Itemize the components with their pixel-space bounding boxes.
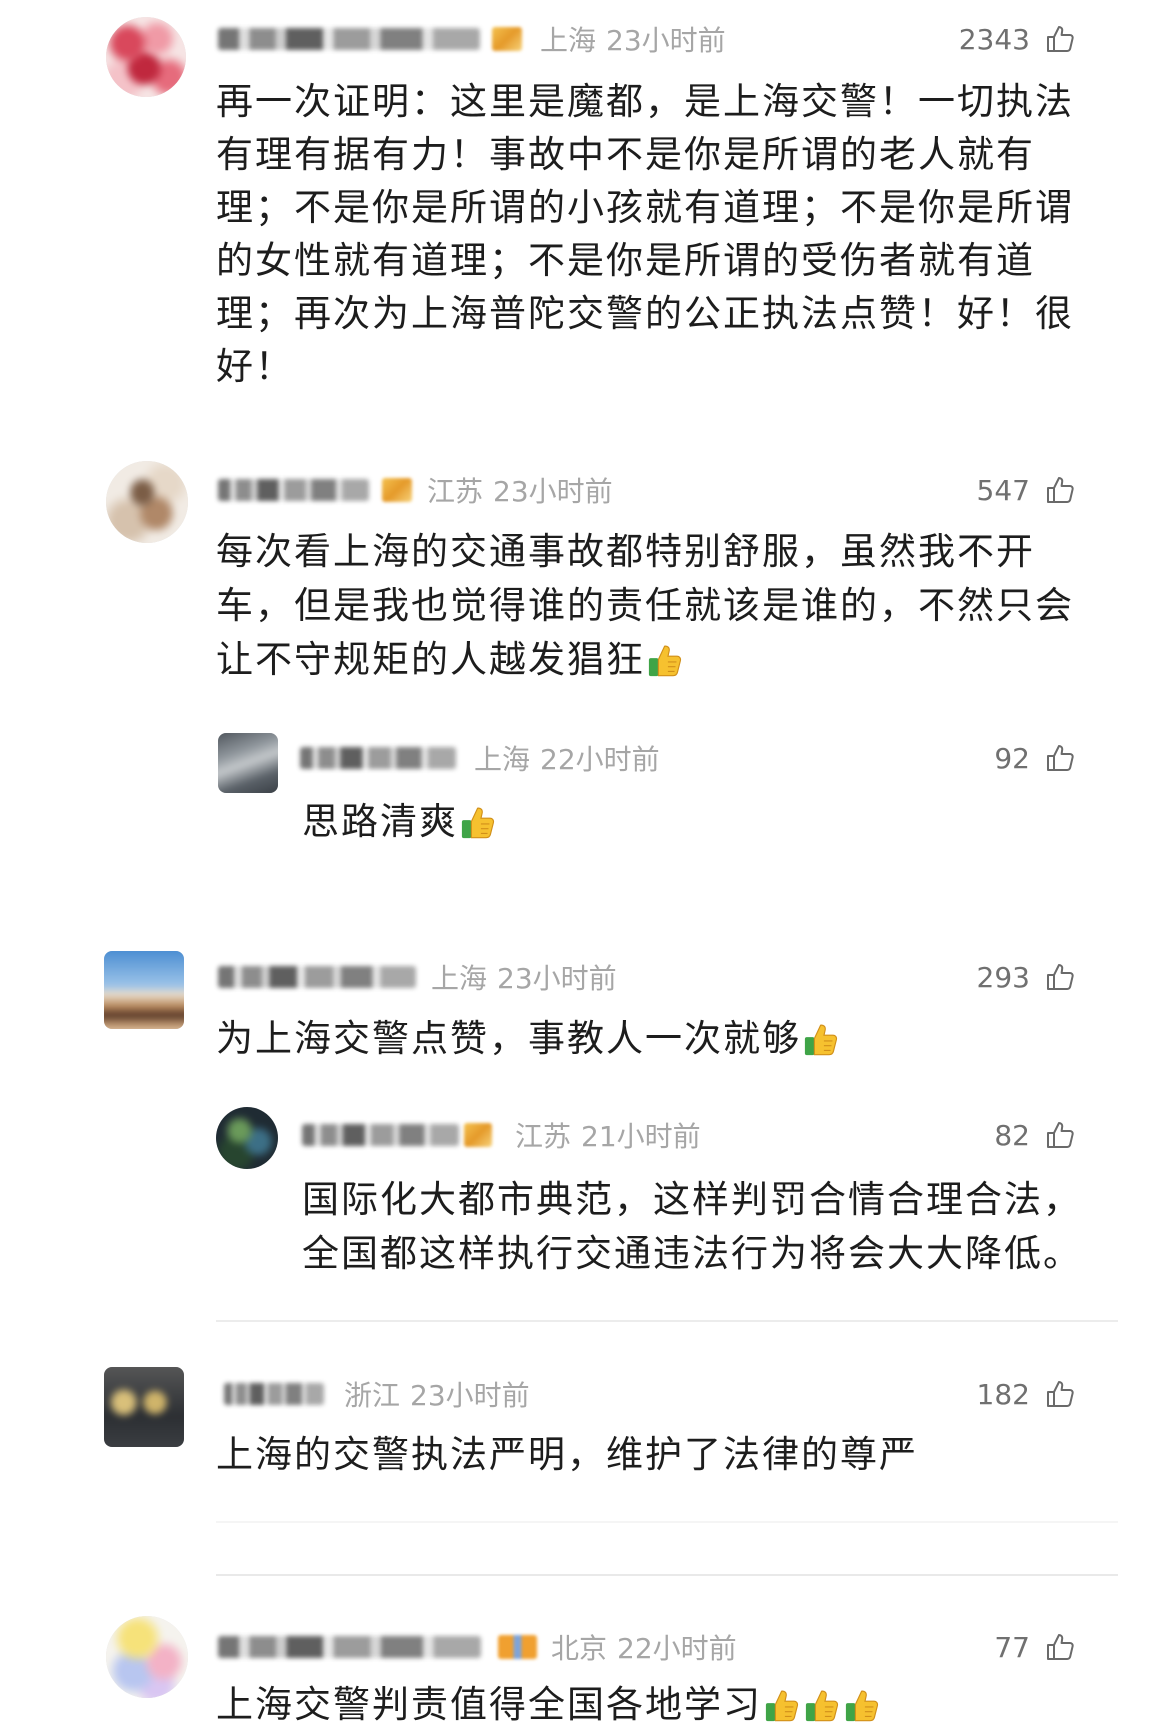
comment-text-segment: 让不守规矩的人越发猖狂 [216,638,645,681]
thumbs-up-icon [1044,742,1076,774]
comment-text[interactable]: 为上海交警点赞，事教人一次就够 [216,1012,841,1065]
comment-text-line: 思路清爽 [302,795,498,848]
avatar[interactable] [106,17,186,97]
thumbs-up-icon [1044,1378,1076,1410]
time-label: 23小时前 [493,475,613,508]
thumbs-up-sticker-icon [460,803,498,841]
time-label: 23小时前 [410,1379,530,1412]
comment-meta: 浙江 23小时前 [224,1374,530,1414]
divider [216,1574,1118,1576]
comment-meta: 北京 22小时前 [218,1627,737,1667]
comment-text-line: 好！ [216,345,294,388]
location-label: 江苏 [427,475,484,508]
like-count: 92 [994,741,1030,775]
time-label: 21小时前 [581,1120,701,1153]
avatar[interactable] [218,733,278,793]
comment-text[interactable]: 国际化大都市典范，这样判罚合情合理合法， 全国都这样执行交通违法行为将会大大降低… [302,1173,1082,1281]
time-label: 22小时前 [617,1632,737,1665]
comment-text-line: 每次看上海的交通事故都特别舒服，虽然我不开 [216,530,1035,573]
comment-meta: 上海 23小时前 [218,19,726,59]
comment-text-line: 的女性就有道理；不是你是所谓的受伤者就有道 [216,239,1035,282]
comment-text-line: 再一次证明：这里是魔都，是上海交警！一切执法 [216,80,1074,123]
like-button[interactable]: 92 [994,738,1076,778]
like-count: 77 [994,1630,1030,1664]
username-blurred[interactable] [218,479,369,501]
location-label: 江苏 [515,1120,572,1153]
location-label: 北京 [551,1632,608,1665]
thumbs-up-sticker-icon [844,1686,882,1724]
like-count: 547 [976,473,1030,507]
user-badge-icon [492,27,522,51]
comment-text-line: 全国都这样执行交通违法行为将会大大降低。 [302,1232,1082,1275]
comment-text-line: 为上海交警点赞，事教人一次就够 [216,1012,841,1065]
avatar[interactable] [104,951,184,1029]
divider [216,1320,1118,1322]
comment-text[interactable]: 上海交警判责值得全国各地学习 [216,1680,882,1730]
comment-text-line: 有理有据有力！事故中不是你是所谓的老人就有 [216,133,1035,176]
time-label: 23小时前 [497,962,617,995]
comment-meta: 江苏 23小时前 [218,470,613,510]
divider [216,1521,1118,1523]
thumbs-up-sticker-icon [803,1020,841,1058]
time-label: 23小时前 [606,24,726,57]
comment-meta: 上海 22小时前 [300,738,660,778]
comment-text-line: 上海的交警执法严明，维护了法律的尊严 [216,1433,918,1476]
comment-text-segment: 上海交警判责值得全国各地学习 [216,1683,762,1726]
like-button[interactable]: 293 [977,957,1076,997]
comment-meta: 江苏 21小时前 [302,1115,701,1155]
username-blurred[interactable] [218,28,480,50]
thumbs-up-icon [1044,1631,1076,1663]
location-label: 上海 [540,24,597,57]
comment-text-line: 让不守规矩的人越发猖狂 [216,633,1074,687]
like-button[interactable]: 2343 [959,19,1076,59]
time-label: 22小时前 [540,743,660,776]
thumbs-up-icon [1044,1119,1076,1151]
comment-text[interactable]: 每次看上海的交通事故都特别舒服，虽然我不开 车，但是我也觉得谁的责任就该是谁的，… [216,525,1074,687]
like-button[interactable]: 77 [994,1627,1076,1667]
user-badge-icon [498,1635,537,1659]
like-button[interactable]: 547 [977,470,1076,510]
comment-text-line: 理；再次为上海普陀交警的公正执法点赞！好！很 [216,292,1074,335]
comment-text[interactable]: 再一次证明：这里是魔都，是上海交警！一切执法 有理有据有力！事故中不是你是所谓的… [216,75,1074,393]
like-count: 293 [976,960,1030,994]
like-count: 182 [976,1377,1030,1411]
like-count: 2343 [958,22,1030,56]
thumbs-up-sticker-icon [804,1686,842,1724]
username-blurred[interactable] [218,1636,481,1658]
thumbs-up-icon [1044,961,1076,993]
like-button[interactable]: 182 [977,1374,1076,1414]
avatar[interactable] [216,1107,278,1169]
location-label: 上海 [431,962,488,995]
thumbs-up-icon [1044,23,1076,55]
location-label: 浙江 [344,1379,401,1412]
like-button[interactable]: 82 [994,1115,1076,1155]
thumbs-up-icon [1044,474,1076,506]
comment-text[interactable]: 上海的交警执法严明，维护了法律的尊严 [216,1428,918,1481]
username-blurred[interactable] [224,1383,324,1405]
avatar[interactable] [106,1616,188,1698]
comment-text-line: 国际化大都市典范，这样判罚合情合理合法， [302,1178,1082,1221]
comment-text-segment: 思路清爽 [302,800,458,843]
user-badge-icon [382,478,412,502]
avatar[interactable] [104,1367,184,1447]
user-badge-icon [464,1123,492,1147]
username-blurred[interactable] [218,966,416,988]
username-blurred[interactable] [300,747,456,769]
comment-text-line: 上海交警判责值得全国各地学习 [216,1680,882,1730]
comment-text-line: 车，但是我也觉得谁的责任就该是谁的，不然只会 [216,584,1074,627]
like-count: 82 [994,1118,1030,1152]
comment-text-segment: 为上海交警点赞，事教人一次就够 [216,1017,801,1060]
thumbs-up-sticker-icon [647,641,685,679]
thumbs-up-sticker-icon [764,1686,802,1724]
comment-meta: 上海 23小时前 [218,957,617,997]
comment-list: 上海 23小时前 2343 再一次证明：这里是魔都，是上海交警！一切执法 有理有… [0,0,1170,1733]
avatar[interactable] [106,461,188,543]
username-blurred[interactable] [302,1124,459,1146]
comment-text[interactable]: 思路清爽 [302,795,498,848]
location-label: 上海 [474,743,531,776]
comment-text-line: 理；不是你是所谓的小孩就有道理；不是你是所谓 [216,186,1074,229]
